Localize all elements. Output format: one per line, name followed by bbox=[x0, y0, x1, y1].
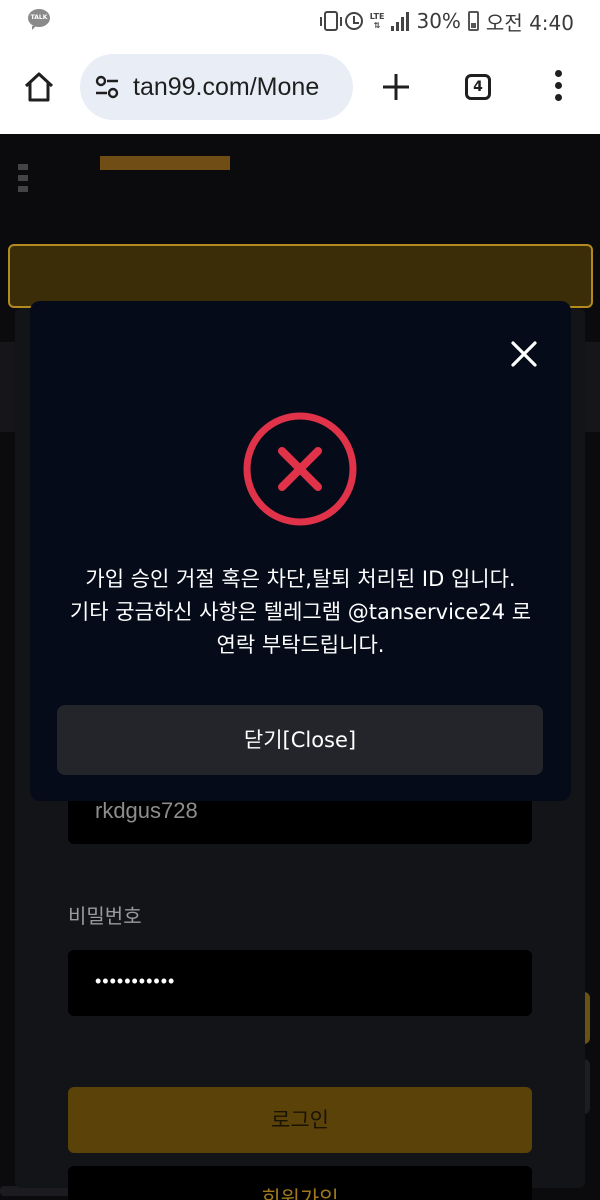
alarm-icon bbox=[344, 12, 363, 30]
signup-button[interactable]: 회원가입 bbox=[68, 1166, 532, 1200]
message-line: 기타 궁금하신 사항은 텔레그램 @tanservice24 로 bbox=[69, 600, 532, 624]
url-text[interactable]: tan99.com/Mone bbox=[133, 73, 319, 102]
error-dialog: 가입 승인 거절 혹은 차단,탈퇴 처리된 ID 입니다. 기타 궁금하신 사항… bbox=[30, 301, 571, 801]
message-line: 연락 부탁드립니다. bbox=[216, 633, 385, 657]
more-menu-icon[interactable] bbox=[555, 70, 563, 104]
kakaotalk-notification-icon: TALK bbox=[28, 9, 50, 30]
hamburger-menu-icon[interactable] bbox=[18, 164, 30, 197]
status-bar: TALK LTE ⇅ 30% 오전 4:40 bbox=[0, 0, 600, 42]
battery-icon bbox=[467, 11, 479, 31]
banner-bar bbox=[8, 244, 593, 308]
home-icon[interactable] bbox=[22, 70, 56, 104]
lte-label: LTE bbox=[369, 12, 385, 21]
battery-percent: 30% bbox=[416, 9, 461, 33]
site-logo bbox=[100, 156, 230, 170]
talk-icon-label: TALK bbox=[30, 14, 48, 21]
dialog-message: 가입 승인 거절 혹은 차단,탈퇴 처리된 ID 입니다. 기타 궁금하신 사항… bbox=[40, 563, 561, 662]
address-bar[interactable]: tan99.com/Mone bbox=[80, 54, 353, 120]
password-input[interactable]: ••••••••••• bbox=[68, 950, 532, 1016]
error-x-icon bbox=[243, 412, 357, 526]
new-tab-plus-icon[interactable] bbox=[381, 72, 411, 102]
password-label: 비밀번호 bbox=[68, 904, 142, 928]
vibrate-icon bbox=[319, 11, 342, 31]
status-indicators: LTE ⇅ 30% 오전 4:40 bbox=[319, 7, 574, 35]
message-line: 가입 승인 거절 혹은 차단,탈퇴 처리된 ID 입니다. bbox=[85, 567, 516, 591]
clock: 오전 4:40 bbox=[485, 10, 574, 35]
site-settings-icon[interactable] bbox=[94, 74, 120, 100]
tab-switcher-button[interactable]: 4 bbox=[465, 74, 491, 100]
login-button[interactable]: 로그인 bbox=[68, 1087, 532, 1153]
close-button[interactable]: 닫기[Close] bbox=[57, 705, 543, 775]
page-content: rkdgus728 비밀번호 ••••••••••• 로그인 회원가입 가입 승… bbox=[0, 134, 600, 1200]
close-icon[interactable] bbox=[509, 339, 539, 369]
signal-icon bbox=[391, 11, 410, 31]
browser-toolbar: tan99.com/Mone 4 bbox=[0, 42, 600, 134]
lte-icon: LTE ⇅ bbox=[369, 12, 385, 30]
